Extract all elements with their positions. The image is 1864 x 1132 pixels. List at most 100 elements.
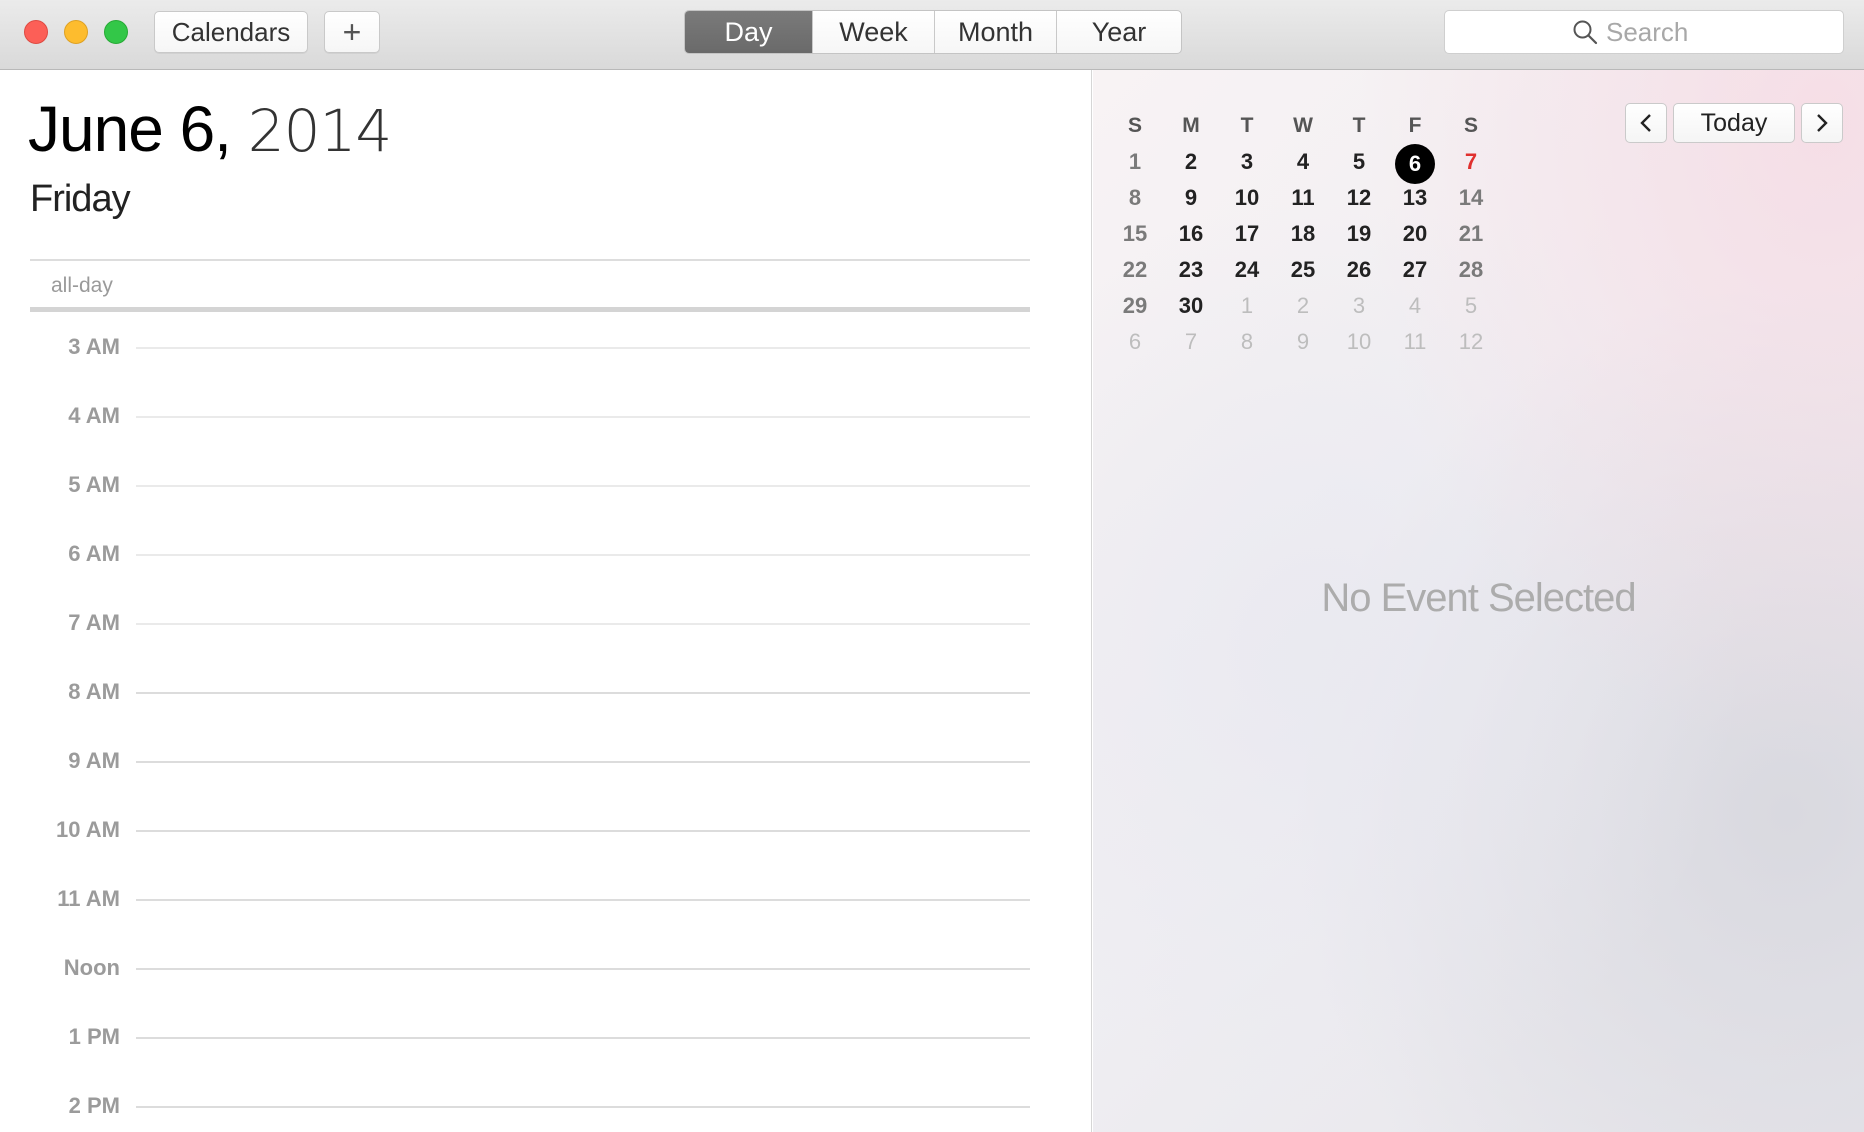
calendar-day-next-month[interactable]: 12	[1443, 324, 1499, 360]
hour-label: 5 AM	[68, 472, 120, 497]
day-view: June 6, 2014 Friday all-day 3 AM 4 AM 5 …	[0, 70, 1092, 1132]
calendar-day[interactable]: 30	[1163, 288, 1219, 324]
tab-month[interactable]: Month	[935, 11, 1057, 53]
toolbar: Calendars + Day Week Month Year	[0, 0, 1864, 70]
calendar-day[interactable]: 15	[1107, 216, 1163, 252]
calendar-day[interactable]: 25	[1275, 252, 1331, 288]
calendar-day[interactable]: 2	[1163, 144, 1219, 180]
calendar-day[interactable]: 9	[1163, 180, 1219, 216]
calendar-day[interactable]: 28	[1443, 252, 1499, 288]
search-input[interactable]	[1606, 16, 1716, 48]
maximize-window-button[interactable]	[104, 20, 128, 44]
hour-row[interactable]: 3 AM	[0, 334, 1030, 364]
mini-calendar: S M T W T F S 1 2 3 4 5 6 7 8 9 10 11 12…	[1107, 108, 1499, 360]
chevron-right-icon	[1817, 114, 1828, 132]
hour-row[interactable]: 9 AM	[0, 748, 1030, 778]
calendar-day[interactable]: 17	[1219, 216, 1275, 252]
hour-line	[136, 899, 1030, 901]
calendar-day[interactable]: 13	[1387, 180, 1443, 216]
date-year: 2014	[247, 97, 393, 165]
all-day-label: all-day	[51, 274, 113, 297]
hour-line	[136, 692, 1030, 694]
hour-label: 9 AM	[68, 748, 120, 773]
calendar-day[interactable]: 4	[1275, 144, 1331, 180]
calendar-day[interactable]: 24	[1219, 252, 1275, 288]
calendar-day-next-month[interactable]: 3	[1331, 288, 1387, 324]
calendar-day[interactable]: 27	[1387, 252, 1443, 288]
calendar-day[interactable]: 18	[1275, 216, 1331, 252]
calendar-day-selected[interactable]: 6	[1387, 144, 1443, 184]
next-day-button[interactable]	[1801, 103, 1843, 143]
hour-label: 8 AM	[68, 679, 120, 704]
hour-row[interactable]: 1 PM	[0, 1024, 1030, 1054]
calendar-day-today[interactable]: 7	[1443, 144, 1499, 180]
hour-line	[136, 1106, 1030, 1108]
hour-line	[136, 830, 1030, 832]
calendar-day-next-month[interactable]: 6	[1107, 324, 1163, 360]
calendar-day[interactable]: 5	[1331, 144, 1387, 180]
calendar-day[interactable]: 10	[1219, 180, 1275, 216]
weekday-header: S	[1463, 114, 1478, 137]
previous-day-button[interactable]	[1625, 103, 1667, 143]
calendar-day[interactable]: 22	[1107, 252, 1163, 288]
calendar-day[interactable]: 21	[1443, 216, 1499, 252]
selected-day-number: 6	[1395, 144, 1435, 184]
calendar-day-next-month[interactable]: 9	[1275, 324, 1331, 360]
hour-row[interactable]: 4 AM	[0, 403, 1030, 433]
date-month-day: June 6,	[28, 93, 232, 165]
calendar-day[interactable]: 14	[1443, 180, 1499, 216]
search-field[interactable]	[1444, 10, 1844, 54]
mini-calendar-week: 29 30 1 2 3 4 5	[1107, 288, 1499, 324]
hour-line	[136, 485, 1030, 487]
calendar-day-next-month[interactable]: 7	[1163, 324, 1219, 360]
weekday-header: S	[1127, 114, 1142, 137]
mini-calendar-header: S M T W T F S	[1107, 108, 1499, 144]
hour-line	[136, 761, 1030, 763]
minimize-window-button[interactable]	[64, 20, 88, 44]
calendar-day[interactable]: 19	[1331, 216, 1387, 252]
calendars-button[interactable]: Calendars	[154, 11, 308, 53]
calendar-day[interactable]: 12	[1331, 180, 1387, 216]
hour-row[interactable]: 2 PM	[0, 1093, 1030, 1123]
tab-year[interactable]: Year	[1057, 11, 1181, 53]
hour-label: 11 AM	[57, 886, 120, 911]
mini-calendar-week: 1 2 3 4 5 6 7	[1107, 144, 1499, 184]
calendar-day[interactable]: 16	[1163, 216, 1219, 252]
hour-row[interactable]: 7 AM	[0, 610, 1030, 640]
plus-icon: +	[342, 13, 362, 50]
hour-label: 3 AM	[68, 334, 120, 359]
calendar-day[interactable]: 3	[1219, 144, 1275, 180]
hour-row[interactable]: Noon	[0, 955, 1030, 985]
divider	[30, 259, 1030, 261]
calendar-day-next-month[interactable]: 2	[1275, 288, 1331, 324]
hour-line	[136, 554, 1030, 556]
calendar-day-next-month[interactable]: 11	[1387, 324, 1443, 360]
tab-day[interactable]: Day	[685, 11, 813, 53]
detail-panel: S M T W T F S 1 2 3 4 5 6 7 8 9 10 11 12…	[1093, 70, 1864, 1132]
tab-week[interactable]: Week	[813, 11, 935, 53]
calendar-day[interactable]: 23	[1163, 252, 1219, 288]
hour-row[interactable]: 5 AM	[0, 472, 1030, 502]
calendar-day-next-month[interactable]: 4	[1387, 288, 1443, 324]
add-event-button[interactable]: +	[324, 11, 380, 53]
hour-line	[136, 968, 1030, 970]
calendar-day-next-month[interactable]: 5	[1443, 288, 1499, 324]
hour-row[interactable]: 8 AM	[0, 679, 1030, 709]
mini-calendar-week: 8 9 10 11 12 13 14	[1107, 180, 1499, 216]
today-button[interactable]: Today	[1673, 103, 1795, 143]
hour-row[interactable]: 11 AM	[0, 886, 1030, 916]
hour-label: 10 AM	[56, 817, 120, 842]
hour-row[interactable]: 6 AM	[0, 541, 1030, 571]
calendar-day-next-month[interactable]: 1	[1219, 288, 1275, 324]
close-window-button[interactable]	[24, 20, 48, 44]
calendar-day[interactable]: 29	[1107, 288, 1163, 324]
calendar-day-next-month[interactable]: 10	[1331, 324, 1387, 360]
hour-row[interactable]: 10 AM	[0, 817, 1030, 847]
divider[interactable]	[30, 307, 1030, 312]
calendar-day[interactable]: 26	[1331, 252, 1387, 288]
calendar-day[interactable]: 20	[1387, 216, 1443, 252]
calendar-day[interactable]: 1	[1107, 144, 1163, 180]
calendar-day-next-month[interactable]: 8	[1219, 324, 1275, 360]
calendar-day[interactable]: 11	[1275, 180, 1331, 216]
calendar-day[interactable]: 8	[1107, 180, 1163, 216]
